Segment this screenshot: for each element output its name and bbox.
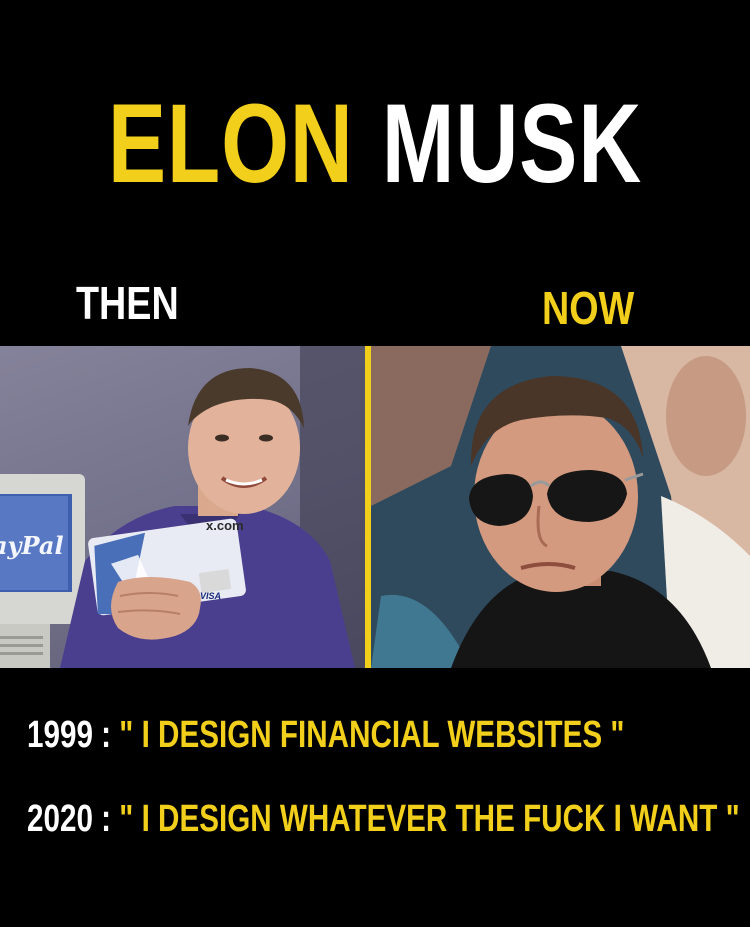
headline-second-word: MUSK	[381, 81, 643, 206]
then-photo-illustration: ayPal	[0, 346, 365, 668]
comparison-photos: ayPal	[0, 346, 750, 668]
now-photo	[371, 346, 750, 668]
then-photo: ayPal	[0, 346, 365, 668]
caption-1999: 1999 : " I DESIGN FINANCIAL WEBSITES "	[27, 716, 624, 754]
card-logo: VISA	[200, 591, 221, 601]
now-photo-illustration	[371, 346, 750, 668]
now-label: NOW	[542, 282, 635, 334]
then-label: THEN	[76, 277, 179, 329]
caption-year: 1999 :	[27, 714, 112, 756]
caption-year: 2020 :	[27, 798, 112, 840]
headline: ELON MUSK	[83, 88, 668, 200]
caption-quote: " I DESIGN WHATEVER THE FUCK I WANT "	[119, 798, 740, 840]
headline-first-word: ELON	[107, 81, 354, 206]
caption-2020: 2020 : " I DESIGN WHATEVER THE FUCK I WA…	[27, 800, 740, 838]
card-brand: x.com	[206, 518, 244, 533]
paypal-screen-text: ayPal	[0, 531, 64, 560]
meme-canvas: ELONMUSK THEN NOW ayPal	[0, 0, 750, 927]
caption-quote: " I DESIGN FINANCIAL WEBSITES "	[119, 714, 625, 756]
